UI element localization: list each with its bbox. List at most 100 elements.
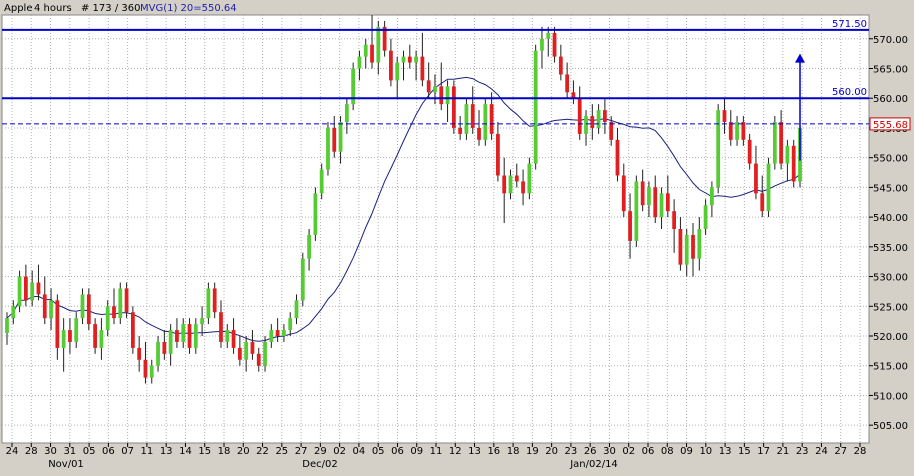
candle-up [716, 110, 721, 188]
candle-up [584, 116, 588, 134]
candle-up [546, 32, 551, 39]
candle-down [130, 312, 135, 348]
candle-up [149, 365, 154, 378]
candle-down [678, 229, 683, 265]
y-tick-label: 545.00 [873, 183, 908, 194]
candle-up [414, 56, 418, 63]
x-tick-label: 06 [102, 446, 115, 457]
candle-up [772, 122, 777, 164]
candle-down [93, 324, 97, 348]
x-tick-label: 06 [642, 446, 655, 457]
x-tick-label: 09 [680, 446, 693, 457]
candle-up [11, 306, 16, 319]
candle-up [483, 104, 488, 140]
candle-down [389, 50, 393, 81]
candle-up [200, 318, 204, 325]
candle-up [401, 56, 406, 63]
candle-down [250, 341, 255, 354]
y-tick-label: 560.00 [873, 94, 908, 105]
candle-up [300, 258, 305, 301]
x-tick-label: 13 [719, 446, 732, 457]
candle-down [124, 288, 129, 313]
candle-up [445, 86, 450, 105]
x-tick-label: 31 [63, 446, 76, 457]
candle-up [181, 324, 186, 342]
candle-up [288, 318, 293, 331]
candle-up [527, 163, 532, 194]
candlestick-chart: 505.00 510.00 515.00 520.00 525.00 530.00 535.… [0, 0, 914, 476]
candle-up [395, 62, 400, 81]
candle-down [502, 175, 507, 194]
x-tick-label: 27 [295, 446, 308, 457]
x-tick-label: 13 [468, 446, 481, 457]
candle-up [344, 104, 349, 122]
candle-up [433, 86, 437, 93]
x-tick-label: 18 [507, 446, 520, 457]
candle-down [36, 282, 41, 295]
candle-up [193, 324, 198, 348]
candle-down [640, 181, 645, 206]
resistance-label: 571.50 [832, 19, 867, 30]
candle-down [275, 330, 280, 336]
candle-up [313, 193, 318, 235]
candle-down [23, 276, 28, 301]
candle-down [552, 32, 557, 57]
candle-down [603, 110, 607, 122]
candle-up [357, 56, 362, 69]
candle-down [615, 139, 620, 176]
candle-down [590, 116, 595, 128]
candle-down [558, 56, 563, 75]
candle-up [596, 110, 601, 128]
chart-header-barinfo: # 173 / 360 [81, 3, 140, 14]
x-tick-label: 30 [44, 446, 57, 457]
candle-up [294, 300, 299, 319]
candle-down [653, 187, 658, 218]
x-tick-label: 24 [6, 446, 19, 457]
candle-up [244, 341, 249, 360]
candle-down [621, 175, 626, 212]
candle-down [609, 122, 614, 140]
x-tick-label: 02 [333, 446, 346, 457]
candle-up [326, 127, 330, 170]
candle-down [256, 353, 261, 366]
x-tick-label: 11 [430, 446, 443, 457]
candle-down [187, 324, 192, 348]
candle-up [647, 187, 651, 206]
chart-header-indicator: MVG(1) 20=550.64 [140, 3, 237, 14]
candle-up [464, 104, 469, 134]
candle-up [319, 169, 324, 194]
x-tick-label: 21 [777, 446, 790, 457]
candle-up [307, 234, 311, 259]
candle-up [508, 175, 513, 194]
resistance-label: 560.00 [832, 87, 867, 98]
x-tick-label: 13 [160, 446, 173, 457]
candle-down [143, 359, 148, 378]
y-tick-label: 525.00 [873, 302, 908, 313]
x-month-label: Nov/01 [48, 459, 84, 470]
candle-down [175, 330, 179, 342]
candle-down [760, 193, 765, 212]
candle-down [332, 127, 337, 152]
x-tick-label: 08 [661, 446, 674, 457]
candle-up [225, 330, 230, 342]
x-tick-label: 05 [83, 446, 96, 457]
x-tick-label: 30 [603, 446, 616, 457]
candle-up [684, 234, 689, 265]
x-tick-label: 10 [699, 446, 712, 457]
candle-down [458, 127, 463, 134]
candle-up [118, 288, 123, 319]
x-tick-label: 15 [198, 446, 211, 457]
candle-down [370, 44, 374, 63]
candle-up [363, 44, 368, 57]
candle-down [628, 211, 632, 241]
candle-up [206, 288, 211, 319]
y-tick-label: 550.00 [873, 154, 908, 165]
candle-up [99, 330, 104, 348]
candle-down [407, 56, 412, 63]
chart-header-timeframe: 4 hours [34, 3, 72, 14]
x-tick-label: 04 [353, 446, 366, 457]
candle-down [747, 139, 752, 164]
candle-down [728, 122, 733, 140]
candle-down [791, 145, 796, 182]
candle-down [231, 330, 236, 348]
